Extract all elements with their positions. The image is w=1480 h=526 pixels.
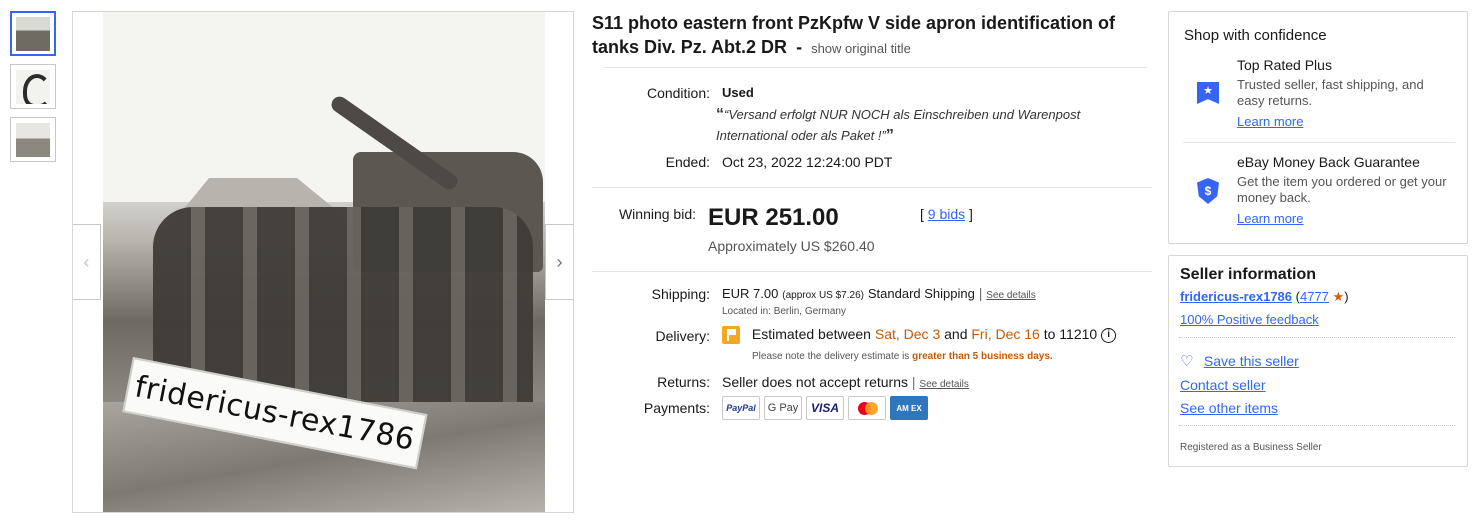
seller-note: ““Versand erfolgt NUR NOCH als Einschrei… <box>716 106 1081 144</box>
save-seller-row[interactable]: ♡ Save this seller <box>1180 353 1299 369</box>
business-seller-note: Registered as a Business Seller <box>1180 442 1322 453</box>
page-title: S11 photo eastern front PzKpfw V side ap… <box>592 13 1116 57</box>
seller-information-card: Seller information fridericus-rex1786 (4… <box>1168 255 1468 467</box>
mastercard-icon <box>848 396 886 420</box>
seller-heading: Seller information <box>1180 266 1317 283</box>
google-pay-icon: G Pay <box>764 396 802 420</box>
payment-methods: PayPal G Pay VISA AM EX <box>722 396 928 420</box>
condition-value: Used <box>722 85 754 100</box>
show-original-title-link[interactable]: show original title <box>811 41 911 56</box>
approx-price: Approximately US $260.40 <box>708 238 875 254</box>
star-icon: ★ <box>1332 289 1345 304</box>
chevron-right-icon: › <box>556 251 563 272</box>
returns-see-details-link[interactable]: See details <box>919 379 968 390</box>
main-photo[interactable]: fridericus-rex1786 <box>103 12 545 512</box>
condition-label: Condition: <box>646 85 710 101</box>
divider <box>1179 425 1455 426</box>
next-image-button[interactable]: › <box>545 224 573 300</box>
top-rated-badge-icon: ★ <box>1197 82 1219 104</box>
shop-with-confidence-card: Shop with confidence ★ Top Rated Plus Tr… <box>1168 11 1468 244</box>
returns-value: Seller does not accept returns | See det… <box>722 374 969 390</box>
money-back-shield-icon: $ <box>1197 178 1219 204</box>
amex-icon: AM EX <box>890 396 928 420</box>
see-other-items-link[interactable]: See other items <box>1180 400 1278 416</box>
learn-more-link[interactable]: Learn more <box>1237 211 1303 226</box>
chevron-left-icon: ‹ <box>83 251 90 272</box>
paypal-icon: PayPal <box>722 396 760 420</box>
divider <box>1183 142 1455 143</box>
shipping-value: EUR 7.00 (approx US $7.26) Standard Ship… <box>722 285 1036 301</box>
feedback-count-link[interactable]: 4777 <box>1300 289 1329 304</box>
ended-label: Ended: <box>665 154 710 170</box>
confidence-heading: Shop with confidence <box>1184 27 1327 44</box>
shipping-see-details-link[interactable]: See details <box>986 290 1035 301</box>
payments-label: Payments: <box>643 400 710 416</box>
positive-feedback-link[interactable]: 100% Positive feedback <box>1180 312 1319 327</box>
ended-value: Oct 23, 2022 12:24:00 PDT <box>722 154 893 170</box>
top-rated-plus-item: ★ Top Rated Plus Trusted seller, fast sh… <box>1183 57 1455 147</box>
money-back-item: $ eBay Money Back Guarantee Get the item… <box>1183 154 1455 244</box>
previous-image-button[interactable]: ‹ <box>73 224 101 300</box>
info-icon[interactable]: i <box>1101 327 1117 343</box>
thumbnail-strip <box>10 11 56 170</box>
bids-link[interactable]: 9 bids <box>928 206 965 222</box>
thumbnail-2[interactable] <box>10 64 56 109</box>
thumbnail-1[interactable] <box>10 11 56 56</box>
thumbnail-3[interactable] <box>10 117 56 162</box>
divider <box>604 67 1147 68</box>
delivery-estimate: Estimated between Sat, Dec 3 and Fri, De… <box>722 326 1117 345</box>
main-image-frame: fridericus-rex1786 ‹ › <box>72 11 574 513</box>
item-details: S11 photo eastern front PzKpfw V side ap… <box>592 11 1152 61</box>
divider <box>592 271 1152 272</box>
shipping-label: Shipping: <box>651 286 710 302</box>
learn-more-link[interactable]: Learn more <box>1237 114 1303 129</box>
seller-name-row: fridericus-rex1786 (4777 ★) <box>1180 289 1349 304</box>
bid-count: [ 9 bids ] <box>920 206 973 222</box>
contact-seller-link[interactable]: Contact seller <box>1180 377 1266 393</box>
save-seller-link[interactable]: Save this seller <box>1204 353 1299 369</box>
winning-bid-value: EUR 251.00 <box>708 204 839 231</box>
visa-icon: VISA <box>806 396 844 420</box>
thumbnail-image <box>16 122 50 157</box>
delivery-note: Please note the delivery estimate is gre… <box>752 351 1053 362</box>
heart-icon: ♡ <box>1180 353 1194 370</box>
item-location: Located in: Berlin, Germany <box>722 306 846 317</box>
thumbnail-image <box>16 16 50 51</box>
divider <box>592 187 1152 188</box>
seller-name-link[interactable]: fridericus-rex1786 <box>1180 289 1292 304</box>
delivery-label: Delivery: <box>655 328 710 344</box>
delivery-flag-icon <box>722 326 740 345</box>
divider <box>1179 337 1455 338</box>
returns-label: Returns: <box>657 374 710 390</box>
thumbnail-image <box>16 69 50 104</box>
winning-bid-label: Winning bid: <box>618 206 696 222</box>
